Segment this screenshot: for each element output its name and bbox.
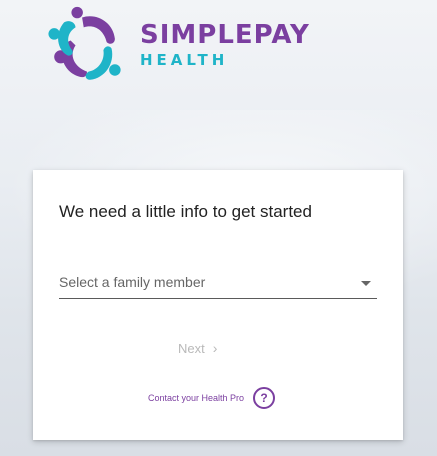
brand-logo: SIMPLEPAY HEALTH xyxy=(46,6,310,88)
next-button[interactable]: Next › xyxy=(178,336,217,360)
brand-name: SIMPLEPAY xyxy=(140,20,310,50)
next-button-label: Next xyxy=(178,340,205,356)
question-circle-icon[interactable]: ? xyxy=(253,387,276,409)
family-member-select-placeholder: Select a family member xyxy=(59,274,206,290)
logo-mark-icon xyxy=(48,6,121,80)
contact-health-pro-link[interactable]: Contact your Health Pro xyxy=(148,393,244,403)
family-member-select[interactable]: Select a family member xyxy=(59,268,377,299)
contact-row: Contact your Health Pro ? xyxy=(148,387,276,409)
card-title: We need a little info to get started xyxy=(59,202,312,221)
chevron-right-icon: › xyxy=(212,340,218,356)
caret-down-icon xyxy=(361,281,371,286)
brand-subname: HEALTH xyxy=(140,51,229,69)
onboarding-card: We need a little info to get started Sel… xyxy=(33,170,403,440)
